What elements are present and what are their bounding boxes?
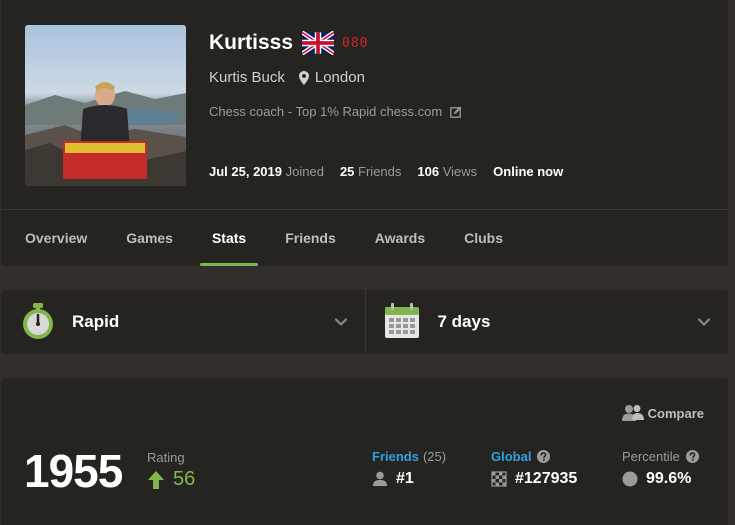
bio-row: Chess coach - Top 1% Rapid chess.com [209, 104, 462, 119]
game-type-selector[interactable]: Rapid [1, 290, 365, 354]
user-icon [373, 471, 387, 486]
rating-change-value: 56 [173, 468, 196, 490]
friends-info[interactable]: 25 Friends [340, 164, 401, 179]
friends-count: 25 [339, 164, 355, 179]
percentile-stat: Percentile 99.6% [622, 449, 699, 488]
tab-friends[interactable]: Friends [285, 210, 336, 266]
tab-clubs[interactable]: Clubs [464, 210, 503, 266]
chevron-down-icon [334, 318, 347, 326]
real-name: Kurtis Buck [209, 69, 285, 86]
game-type-label: Rapid [72, 312, 120, 331]
friends-rank-link[interactable]: Friends [372, 449, 419, 464]
percentile-value: 99.6% [622, 470, 699, 488]
online-status: Online now [493, 164, 564, 179]
help-icon[interactable] [537, 450, 551, 463]
calendar-icon [384, 303, 419, 338]
chevron-down-icon [697, 318, 711, 326]
tab-stats[interactable]: Stats [199, 210, 259, 266]
stopwatch-icon [23, 303, 53, 339]
rating-label: Rating [147, 450, 185, 465]
friends-rank-number: #1 [396, 470, 414, 487]
friends-rank-head: Friends (25) [372, 449, 446, 464]
rating-value: 1955 [24, 445, 123, 497]
bio-text: Chess coach - Top 1% Rapid chess.com [209, 104, 443, 119]
compare-button[interactable]: Compare [621, 404, 704, 422]
circle-icon [622, 471, 638, 487]
tab-awards[interactable]: Awards [375, 210, 425, 266]
profile-avatar[interactable] [25, 25, 186, 186]
uk-flag-icon[interactable] [302, 31, 335, 55]
location: London [314, 69, 365, 86]
global-rank-link[interactable]: Global [491, 449, 531, 464]
percentile-head: Percentile [622, 449, 699, 464]
percentile-label: Percentile [622, 449, 680, 464]
help-icon[interactable] [685, 450, 699, 463]
arrow-up-icon [148, 470, 164, 489]
views-info: 106 Views [417, 164, 477, 179]
users-icon [621, 405, 644, 421]
compare-label: Compare [647, 405, 704, 421]
profile-tabs: Overview Games Stats Friends Awards Club… [25, 210, 542, 266]
realname-row: Kurtis Buck London [209, 69, 365, 86]
views-label: Views [442, 164, 478, 179]
rating-change: 56 [147, 468, 195, 491]
global-rank: Global #127935 [491, 449, 577, 488]
tab-overview[interactable]: Overview [25, 210, 87, 266]
joined-label: Joined [285, 164, 324, 179]
global-rank-head: Global [491, 449, 577, 464]
global-rank-number: #127935 [515, 470, 578, 487]
edit-icon[interactable] [450, 106, 462, 118]
friends-rank: Friends (25) #1 [372, 449, 446, 488]
friends-label: Friends [358, 164, 402, 179]
status-badge: 080 [342, 35, 369, 51]
avatar-photo [25, 25, 186, 186]
period-selector[interactable]: 7 days [364, 290, 729, 354]
period-label: 7 days [437, 312, 491, 331]
friends-rank-count: (25) [422, 449, 447, 464]
joined-info: Jul 25, 2019 Joined [209, 164, 324, 179]
rating-card: Compare 1955 Rating 56 Friends (25) #1 G… [1, 378, 728, 525]
username-row: Kurtisss 080 [209, 30, 369, 56]
location-pin-icon [298, 70, 309, 85]
profile-card: Kurtisss 080 Kurtis Buck London Chess co… [1, 0, 728, 266]
friends-rank-value: #1 [372, 470, 446, 488]
username[interactable]: Kurtisss [209, 31, 293, 55]
tab-games[interactable]: Games [126, 210, 173, 266]
percentile-number: 99.6% [646, 470, 692, 487]
checkerboard-icon [491, 471, 507, 487]
profile-meta: Jul 25, 2019 Joined 25 Friends 106 Views… [209, 164, 563, 179]
views-count: 106 [417, 164, 440, 179]
global-rank-value: #127935 [491, 470, 577, 488]
joined-date: Jul 25, 2019 [209, 164, 282, 179]
stats-filters: Rapid 7 days [1, 290, 728, 354]
